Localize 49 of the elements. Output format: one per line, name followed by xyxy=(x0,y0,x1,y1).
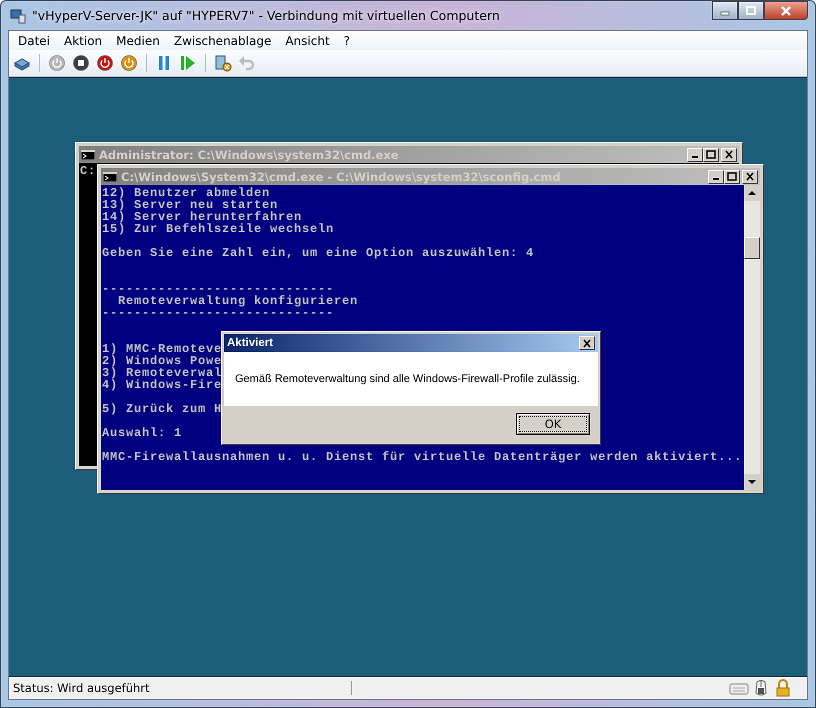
console-text: 13) Server neu starten xyxy=(102,198,278,212)
close-icon xyxy=(745,172,755,181)
console-icon xyxy=(103,172,117,182)
console-title: Administrator: C:\Windows\system32\cmd.exe xyxy=(99,148,399,162)
menu-item[interactable]: Ansicht xyxy=(278,34,337,48)
maximize-icon xyxy=(706,150,716,159)
scroll-up-icon[interactable] xyxy=(744,185,760,201)
console-icon xyxy=(81,150,95,160)
dialog-message: Gemäß Remoteverwaltung sind alle Windows-Firewall-Profile zulässig. xyxy=(235,373,580,385)
scroll-thumb[interactable] xyxy=(744,237,760,259)
window-title: "vHyperV-Server-JK" auf "HYPERV7" - Verbindung mit virtuellen Computern xyxy=(32,8,500,23)
console-text: 3) Remoteverwal xyxy=(102,366,222,380)
console-text: ----------------------------- xyxy=(102,282,334,296)
scroll-down-icon[interactable] xyxy=(744,474,760,490)
close-icon xyxy=(724,150,734,159)
ok-button[interactable]: OK xyxy=(516,413,590,435)
scrollbar[interactable] xyxy=(744,185,760,490)
menu-item[interactable]: ? xyxy=(336,34,358,48)
close-button[interactable] xyxy=(764,1,808,20)
console-text: 5) Zurück zum H xyxy=(102,402,222,416)
console-text: Remoteverwaltung konfigurieren xyxy=(117,294,358,308)
stop-icon[interactable] xyxy=(70,52,92,74)
power-icon[interactable] xyxy=(118,52,140,74)
menu-item[interactable]: Medien xyxy=(109,34,167,48)
console-text: 12) Benutzer abmelden xyxy=(102,186,270,200)
console-text: C: xyxy=(80,164,96,178)
maximize-icon xyxy=(745,6,757,16)
computer-icon xyxy=(10,8,26,24)
console-text: 14) Server herunterfahren xyxy=(102,210,302,224)
dialog-title: Aktiviert xyxy=(227,337,274,349)
maximize-icon xyxy=(727,172,737,181)
console-text: 1) MMC-Remoteve xyxy=(102,342,222,356)
close-icon xyxy=(780,6,792,16)
console-title: C:\Windows\System32\cmd.exe - C:\Windows\system32\sconfig.cmd xyxy=(121,170,561,184)
console-text: 2) Windows Powe xyxy=(102,354,222,368)
menu-item[interactable]: Zwischenablage xyxy=(166,34,278,48)
menu-item[interactable]: Datei xyxy=(11,34,58,48)
console-text: 4) Windows-Fire xyxy=(102,378,222,392)
maximize-button[interactable] xyxy=(738,1,764,20)
console-text: MMC-Firewallausnahmen u. u. Dienst für virtuelle Datenträger werden aktiviert... xyxy=(102,450,742,464)
power-icon[interactable] xyxy=(94,52,116,74)
status-text: Status: Wird ausgeführt xyxy=(9,681,352,695)
close-icon xyxy=(582,338,592,348)
console-text: Auswahl: 1 xyxy=(102,426,182,440)
console-text: Geben Sie eine Zahl ein, um eine Option auszuwählen: 4 xyxy=(102,246,534,260)
console-text: 15) Zur Befehlszeile wechseln xyxy=(102,222,334,236)
console-text: ----------------------------- xyxy=(102,306,334,320)
minimize-button[interactable] xyxy=(712,1,738,20)
menu-item[interactable]: Aktion xyxy=(57,34,110,48)
